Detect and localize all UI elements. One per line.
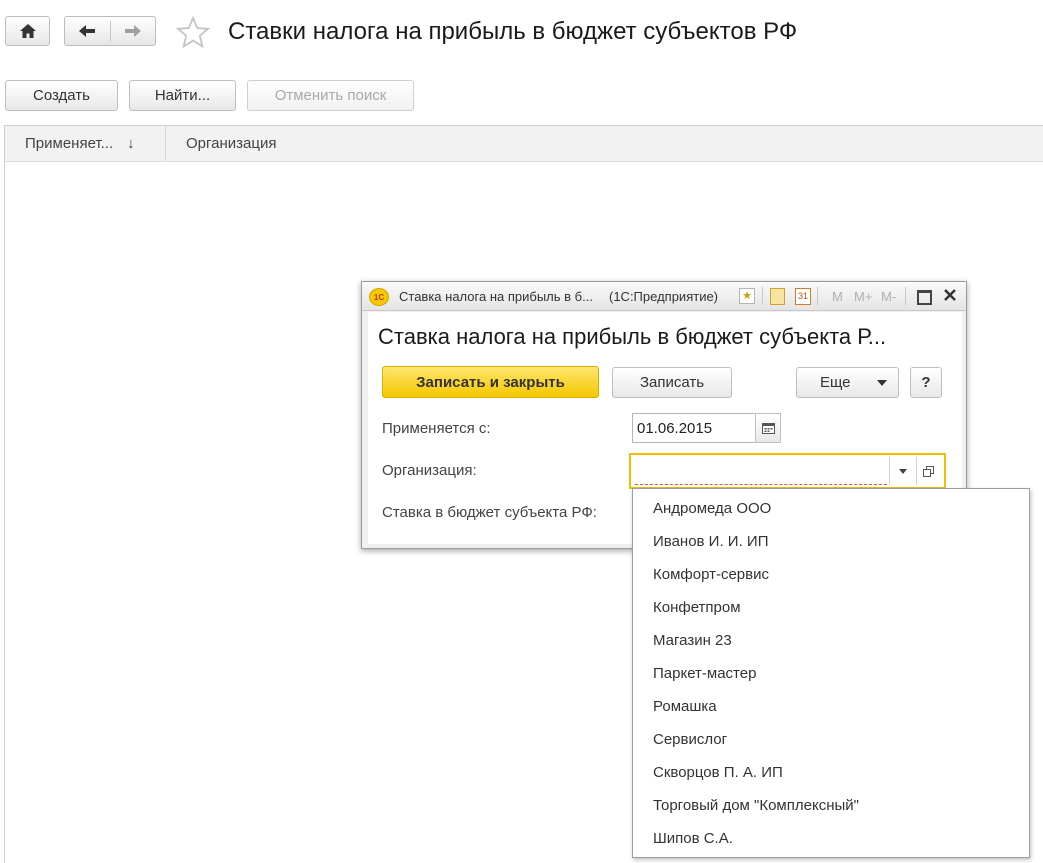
memory-store-button[interactable]: M <box>832 289 843 304</box>
applies-from-label: Применяется с: <box>382 420 491 437</box>
help-button[interactable]: ? <box>910 367 942 398</box>
dropdown-item[interactable]: Комфорт-сервис <box>653 558 769 591</box>
arrow-right-icon <box>124 25 141 37</box>
home-icon <box>19 24 36 38</box>
dialog-app-name: (1С:Предприятие) <box>609 289 719 304</box>
dropdown-item[interactable]: Иванов И. И. ИП <box>653 525 768 558</box>
calculator-icon[interactable] <box>770 288 785 305</box>
applies-from-date-field[interactable]: 01.06.2015 <box>632 413 756 443</box>
calendar-icon[interactable]: 31 <box>795 288 811 305</box>
dropdown-item[interactable]: Паркет-мастер <box>653 657 756 690</box>
date-picker-button[interactable] <box>755 413 781 443</box>
dialog-titlebar[interactable]: 1С Ставка налога на прибыль в б... (1С:П… <box>362 282 966 311</box>
dropdown-item[interactable]: Магазин 23 <box>653 624 732 657</box>
page-title: Ставки налога на прибыль в бюджет субъек… <box>228 18 798 45</box>
chevron-down-icon <box>877 380 887 386</box>
field-divider <box>889 457 890 485</box>
dropdown-item[interactable]: Андромеда ООО <box>653 492 771 525</box>
star-icon <box>175 15 211 49</box>
list-header: Применяет... ↓ Организация <box>5 126 1043 162</box>
close-icon <box>944 289 956 301</box>
write-button[interactable]: Записать <box>612 367 732 398</box>
create-button[interactable]: Создать <box>5 80 118 111</box>
titlebar-divider <box>905 287 906 305</box>
sort-desc-icon: ↓ <box>127 135 135 152</box>
column-organization[interactable]: Организация <box>166 126 1043 161</box>
regional-rate-label: Ставка в бюджет субъекта РФ: <box>382 504 597 521</box>
more-button[interactable]: Еще <box>796 367 899 398</box>
arrow-left-icon <box>79 25 96 37</box>
dropdown-item[interactable]: Скворцов П. А. ИП <box>653 756 783 789</box>
open-form-icon[interactable] <box>923 466 934 477</box>
dropdown-item[interactable]: Шипов С.А. <box>653 822 733 855</box>
organization-dropdown: Андромеда ООО Иванов И. И. ИП Комфорт-се… <box>632 488 1030 858</box>
column-label: Применяет... <box>25 135 114 152</box>
home-button[interactable] <box>5 16 50 46</box>
memory-subtract-button[interactable]: M- <box>881 289 896 304</box>
more-label: Еще <box>820 374 851 391</box>
dropdown-item[interactable]: Ромашка <box>653 690 717 723</box>
organization-input[interactable] <box>635 457 887 485</box>
titlebar-divider <box>762 287 763 305</box>
column-applies-from[interactable]: Применяет... ↓ <box>5 126 165 161</box>
maximize-button[interactable] <box>917 290 932 305</box>
favorite-star-button[interactable] <box>175 15 211 49</box>
dropdown-item[interactable]: Сервислог <box>653 723 727 756</box>
titlebar-divider <box>817 287 818 305</box>
write-and-close-button[interactable]: Записать и закрыть <box>382 366 599 398</box>
dialog-heading: Ставка налога на прибыль в бюджет субъек… <box>378 324 887 349</box>
back-button[interactable] <box>65 24 110 38</box>
cancel-search-button[interactable]: Отменить поиск <box>247 80 414 111</box>
calendar-icon <box>761 422 775 434</box>
1c-logo-icon: 1С <box>369 288 389 306</box>
dropdown-item[interactable]: Торговый дом "Комплексный" <box>653 789 859 822</box>
organization-label: Организация: <box>382 462 477 479</box>
forward-button[interactable] <box>110 24 155 38</box>
field-divider <box>916 457 917 485</box>
memory-add-button[interactable]: M+ <box>854 289 872 304</box>
history-nav-group <box>64 16 156 46</box>
dropdown-arrow-icon[interactable] <box>899 469 907 474</box>
dialog-window-title: Ставка налога на прибыль в б... <box>399 289 593 304</box>
favorite-icon[interactable]: ★ <box>739 288 755 304</box>
organization-field[interactable] <box>629 453 946 489</box>
dropdown-item[interactable]: Конфетпром <box>653 591 741 624</box>
column-label: Организация <box>186 135 277 152</box>
close-button[interactable] <box>943 288 957 302</box>
find-button[interactable]: Найти... <box>129 80 236 111</box>
